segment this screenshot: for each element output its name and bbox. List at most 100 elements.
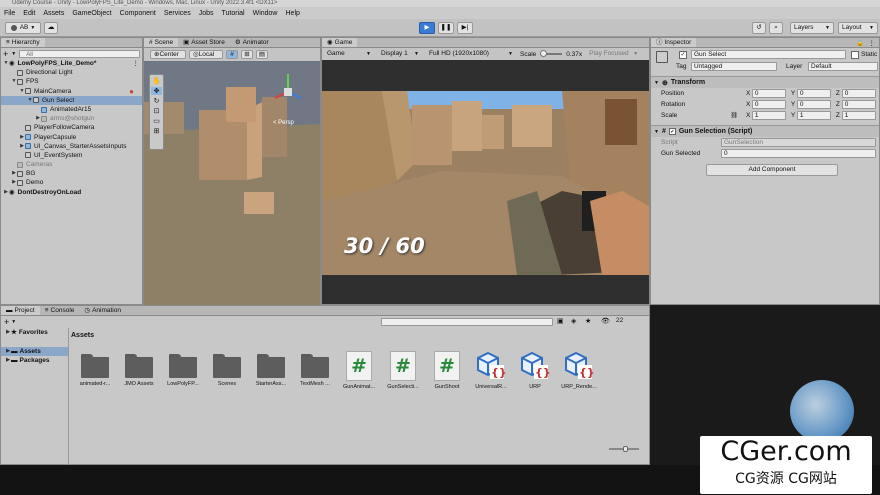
tab-console[interactable]: ≡ Console (40, 306, 80, 315)
hierarchy-item[interactable]: ▼ ◉ LowPolyFPS_Lite_Demo* ⋮ (1, 59, 142, 68)
space-dropdown[interactable]: ◎ Local (189, 50, 223, 59)
menu-services[interactable]: Services (164, 10, 191, 17)
hierarchy-item[interactable]: ▼ Gun Select (1, 95, 142, 105)
layer-dropdown[interactable]: Default (808, 62, 878, 71)
lock-icon[interactable]: 🔒 (856, 39, 864, 47)
pause-button[interactable]: ❚❚ (438, 22, 454, 34)
asset-item[interactable]: JMO Assets (119, 348, 159, 387)
hierarchy-item[interactable]: ▼ FPS (1, 77, 142, 86)
add-component-button[interactable]: Add Component (706, 164, 838, 176)
hierarchy-item[interactable]: Cameras (1, 160, 142, 169)
tab-game[interactable]: ◉ Game (322, 38, 358, 47)
favorites-item[interactable]: ▶ ★ Favorites (1, 328, 68, 337)
assets-folder-item[interactable]: ▶ ▬ Assets (1, 347, 68, 357)
step-button[interactable]: ▶| (457, 22, 473, 34)
more-icon[interactable]: ⋮ (869, 39, 876, 47)
project-search-input[interactable] (381, 318, 553, 326)
menu-assets[interactable]: Assets (43, 10, 64, 17)
asset-item[interactable]: {} URP (515, 348, 555, 390)
transform-x-field[interactable]: 0 (751, 89, 787, 98)
transform-x-field[interactable]: 1 (751, 111, 787, 120)
asset-item[interactable]: Scenes (207, 348, 247, 387)
hierarchy-item[interactable]: UI_EventSystem (1, 151, 142, 160)
hierarchy-item[interactable]: PlayerFollowCamera (1, 123, 142, 132)
object-name-field[interactable]: Gun Select (691, 50, 846, 59)
packages-folder-item[interactable]: ▶ ▬ Packages (1, 356, 68, 365)
tab-inspector[interactable]: ⓘ Inspector (651, 38, 697, 47)
add-icon[interactable]: + (3, 49, 8, 59)
tab-scene[interactable]: # Scene (144, 38, 179, 47)
transform-y-field[interactable]: 1 (796, 111, 832, 120)
play-button[interactable]: ▶ (419, 22, 435, 34)
asset-item[interactable]: StarterAss... (251, 348, 291, 387)
move-tool-icon[interactable]: ✥ (151, 87, 162, 95)
menu-gameobject[interactable]: GameObject (72, 10, 111, 17)
tab-asset-store[interactable]: ▣ Asset Store (178, 38, 230, 47)
layout-dropdown[interactable]: Layout ▼ (838, 22, 878, 34)
pivot-dropdown[interactable]: ⊕ Center (150, 50, 186, 59)
grid-snap-button[interactable]: # (226, 50, 238, 59)
hierarchy-item[interactable]: ▼ MainCamera ● (1, 87, 142, 96)
breadcrumb[interactable]: Assets (71, 332, 94, 339)
hierarchy-item[interactable]: ▶ arms@shotgun (1, 114, 142, 123)
scene-gizmo-icon[interactable] (272, 70, 304, 114)
hierarchy-search-input[interactable]: All (19, 49, 140, 58)
transform-tool-icon[interactable]: ⊞ (154, 127, 160, 135)
hierarchy-item[interactable]: ▶ BG (1, 169, 142, 178)
component-enabled-checkbox[interactable]: ✓ (668, 128, 676, 135)
asset-item[interactable]: {} URP_Rende... (559, 348, 599, 390)
zoom-slider[interactable] (609, 446, 639, 452)
menu-help[interactable]: Help (286, 10, 300, 17)
asset-item[interactable]: {} UniversalR... (471, 348, 511, 390)
menu-component[interactable]: Component (120, 10, 156, 17)
menu-jobs[interactable]: Jobs (199, 10, 214, 17)
hierarchy-item[interactable]: ▶ ◉ DontDestroyOnLoad (1, 188, 142, 197)
gun-selected-field[interactable]: 0 (721, 149, 876, 158)
view-options-button[interactable]: ▤ (256, 50, 268, 59)
transform-z-field[interactable]: 0 (841, 100, 877, 109)
tab-animator[interactable]: ⚙ Animator (230, 38, 274, 47)
search-button[interactable]: ⌕ (769, 22, 783, 34)
persp-label[interactable]: < Persp (273, 120, 294, 126)
tab-animation[interactable]: ◷ Animation (79, 306, 126, 315)
cloud-button[interactable]: ☁ (44, 22, 58, 34)
scale-slider[interactable] (540, 50, 563, 57)
scale-tool-icon[interactable]: ⊡ (154, 107, 160, 115)
tab-hierarchy[interactable]: ≡ Hierarchy (1, 38, 45, 47)
menu-edit[interactable]: Edit (23, 10, 35, 17)
hierarchy-item[interactable]: AnimatedAr15 (1, 105, 142, 114)
hand-tool-icon[interactable]: ✋ (152, 77, 161, 85)
favorite-icon[interactable]: ★ (585, 317, 591, 325)
rect-tool-icon[interactable]: ▭ (153, 117, 160, 125)
transform-z-field[interactable]: 0 (841, 89, 877, 98)
rotate-tool-icon[interactable]: ↻ (154, 97, 160, 105)
transform-y-field[interactable]: 0 (796, 89, 832, 98)
add-icon[interactable]: + (4, 317, 9, 327)
asset-item[interactable]: animated-r... (75, 348, 115, 387)
account-button[interactable]: AB ▼ (5, 22, 41, 34)
asset-item[interactable]: # GunShoot (427, 348, 467, 390)
menu-window[interactable]: Window (253, 10, 278, 17)
filter-type-icon[interactable]: ▣ (557, 317, 564, 325)
history-button[interactable]: ↺ (752, 22, 766, 34)
hierarchy-item[interactable]: Directional Light (1, 68, 142, 77)
active-checkbox[interactable]: ✓ (679, 51, 687, 59)
menu-tutorial[interactable]: Tutorial (222, 10, 245, 17)
resolution-dropdown[interactable]: Full HD (1920x1080) ▼ (426, 50, 516, 59)
transform-header[interactable]: ▼ ⊕ Transform (651, 76, 879, 88)
zoom-slider-thumb[interactable] (623, 446, 628, 452)
menu-file[interactable]: File (4, 10, 15, 17)
asset-item[interactable]: LowPolyFP... (163, 348, 203, 387)
tag-dropdown[interactable]: Untagged (691, 62, 777, 71)
more-icon[interactable]: ⋮ (133, 59, 140, 68)
static-checkbox[interactable] (851, 51, 859, 59)
script-component-header[interactable]: ▼ # ✓ Gun Selection (Script) (651, 125, 879, 137)
game-mode-dropdown[interactable]: Game ▼ (324, 50, 374, 59)
transform-z-field[interactable]: 1 (841, 111, 877, 120)
hierarchy-item[interactable]: ▶ UI_Canvas_StarterAssetsInputs (1, 142, 142, 151)
filter-label-icon[interactable]: ◈ (571, 317, 576, 325)
visibility-icon[interactable]: 👁 (601, 317, 610, 325)
asset-item[interactable]: # GunAnimat... (339, 348, 379, 390)
snap-increment-button[interactable]: ⊞ (241, 50, 253, 59)
hierarchy-item[interactable]: ▶ PlayerCapsule (1, 133, 142, 142)
